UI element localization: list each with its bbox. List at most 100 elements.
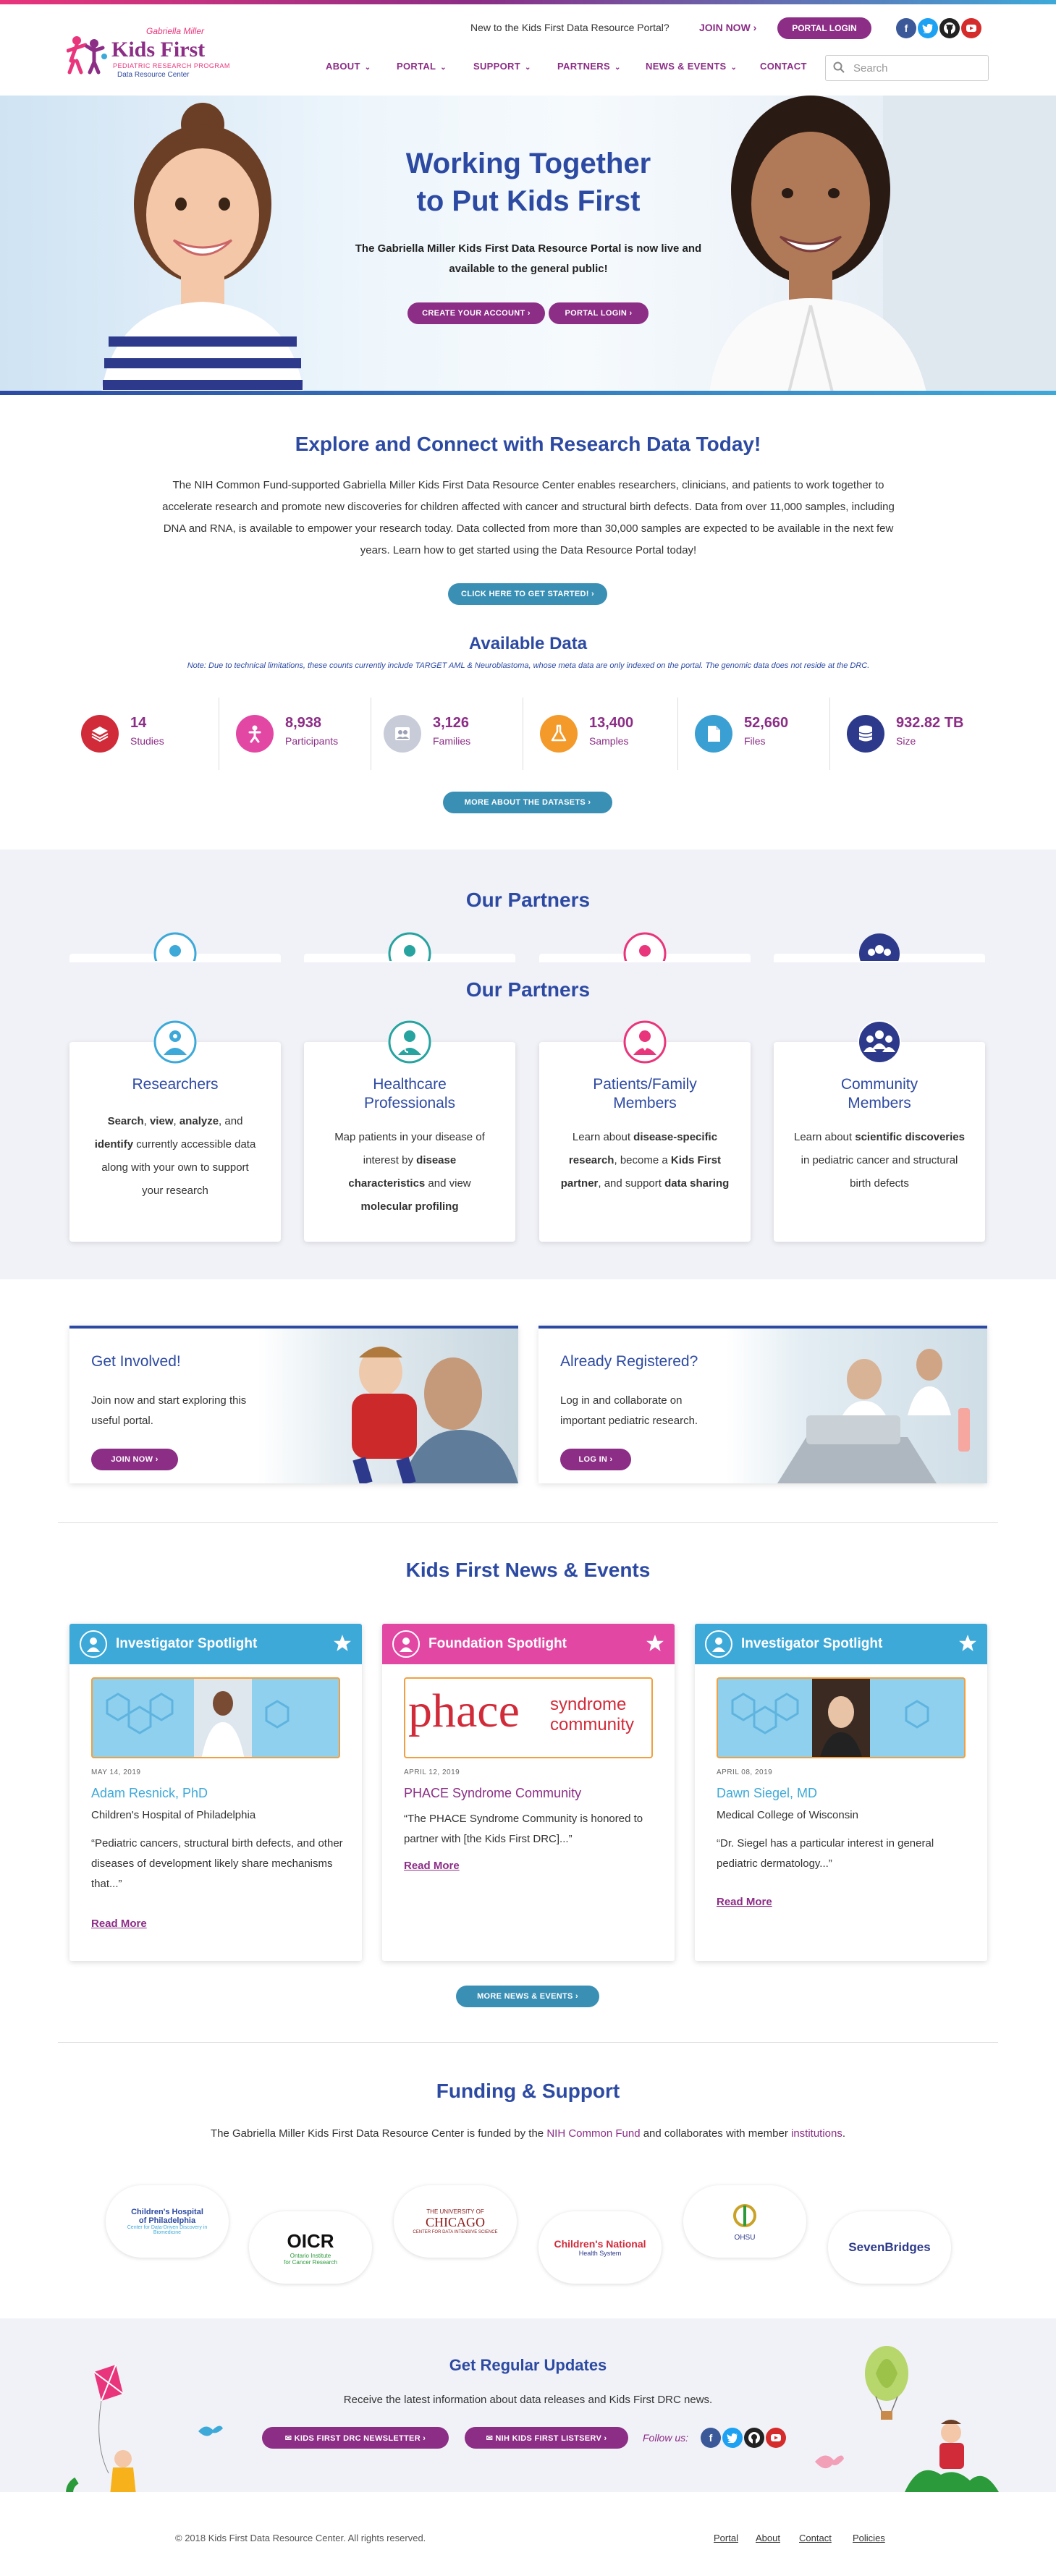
news-card-header: Investigator Spotlight bbox=[695, 1624, 987, 1664]
news-card-dawn-siegel[interactable]: Investigator Spotlight APRIL 08, 2019 Da… bbox=[695, 1624, 987, 1961]
footer-link-policies[interactable]: Policies bbox=[853, 2533, 885, 2543]
available-data-title: Available Data bbox=[468, 634, 588, 653]
footer-link-portal[interactable]: Portal bbox=[714, 2533, 738, 2543]
partner-card-healthcare[interactable]: Healthcare Professionals Map patients in … bbox=[304, 1020, 515, 1242]
facebook-icon[interactable]: f bbox=[896, 18, 916, 38]
search-box[interactable]: Search bbox=[825, 55, 989, 81]
logo-chop[interactable]: Children's Hospital of Philadelphia Center… bbox=[106, 2185, 229, 2258]
news-card-type: Investigator Spotlight bbox=[741, 1636, 883, 1651]
star-icon[interactable] bbox=[333, 1634, 352, 1653]
stat-families-value: 3,126 bbox=[433, 715, 470, 731]
star-icon[interactable] bbox=[646, 1634, 664, 1653]
hero-title: Working Together to Put Kids First bbox=[304, 145, 753, 220]
nav-portal[interactable]: PORTAL ⌄ bbox=[397, 61, 447, 72]
partner-card-title: Patients/Family Members bbox=[546, 1075, 743, 1113]
more-news-button[interactable]: MORE NEWS & EVENTS › bbox=[456, 1986, 599, 2007]
news-card-name[interactable]: PHACE Syndrome Community bbox=[404, 1786, 581, 1801]
funding-text-after: . bbox=[842, 2127, 846, 2140]
stat-samples-label: Samples bbox=[589, 735, 629, 747]
emphasis-text: analyze bbox=[179, 1115, 219, 1127]
twitter-icon[interactable] bbox=[722, 2428, 743, 2448]
desc-text: , bbox=[173, 1115, 179, 1127]
explore-paragraph: The NIH Common Fund-supported Gabriella … bbox=[162, 479, 895, 556]
nav-about[interactable]: ABOUT ⌄ bbox=[326, 61, 371, 72]
already-registered-desc: Log in and collaborate on important pedi… bbox=[560, 1394, 698, 1427]
explore-title: Explore and Connect with Research Data T… bbox=[295, 433, 761, 455]
stat-divider bbox=[677, 698, 678, 770]
news-card-phace[interactable]: Foundation Spotlight phace syndrome comm… bbox=[382, 1624, 675, 1961]
more-datasets-button[interactable]: MORE ABOUT THE DATASETS › bbox=[443, 792, 612, 813]
nav-partners[interactable]: PARTNERS ⌄ bbox=[557, 61, 621, 72]
logo-oicr[interactable]: OICR Ontario Institute for Cancer Research bbox=[249, 2211, 372, 2284]
hero-subtitle: The Gabriella Miller Kids First Data Res… bbox=[326, 239, 731, 279]
section-divider bbox=[58, 2042, 998, 2043]
listserv-button[interactable]: ✉ NIH KIDS FIRST LISTSERV › bbox=[465, 2427, 628, 2449]
hero-subtitle-line2: available to the general public! bbox=[449, 263, 608, 275]
github-icon[interactable] bbox=[744, 2428, 764, 2448]
newsletter-button[interactable]: ✉ KIDS FIRST DRC NEWSLETTER › bbox=[262, 2427, 449, 2449]
partner-card-patients[interactable]: Patients/Family Members Learn about disea… bbox=[539, 1020, 751, 1242]
join-now-button[interactable]: JOIN NOW › bbox=[91, 1449, 178, 1470]
logo-tagline-mid: PEDIATRIC RESEARCH PROGRAM bbox=[113, 62, 230, 69]
logo-ohsu[interactable]: OHSU bbox=[683, 2185, 806, 2258]
news-card-adam-resnick[interactable]: Investigator Spotlight MAY 14, 2019 Adam… bbox=[69, 1624, 362, 1961]
desc-text: Learn about bbox=[572, 1131, 634, 1143]
read-more-link[interactable]: Read More bbox=[91, 1918, 147, 1930]
portal-login-button[interactable]: PORTAL LOGIN bbox=[777, 17, 871, 39]
site-logo[interactable]: Gabriella Miller Kids First PEDIATRIC RE… bbox=[67, 22, 229, 80]
emphasis-text: scientific discoveries bbox=[855, 1131, 965, 1143]
youtube-icon[interactable] bbox=[961, 18, 981, 38]
partner-title-line1: Researchers bbox=[132, 1076, 219, 1093]
create-account-button[interactable]: CREATE YOUR ACCOUNT › bbox=[407, 302, 545, 324]
copyright-text: © 2018 Kids First Data Resource Center. … bbox=[175, 2533, 426, 2543]
youtube-icon[interactable] bbox=[766, 2428, 786, 2448]
get-started-button[interactable]: CLICK HERE TO GET STARTED! › bbox=[448, 583, 607, 605]
partner-card-researchers[interactable]: Researchers Search, view, analyze, and i… bbox=[69, 1020, 281, 1242]
github-icon[interactable] bbox=[939, 18, 960, 38]
read-more-link[interactable]: Read More bbox=[717, 1896, 772, 1908]
institutions-link[interactable]: institutions bbox=[791, 2127, 842, 2140]
footer-link-contact[interactable]: Contact bbox=[799, 2533, 832, 2543]
ohsu-line1: OHSU bbox=[734, 2234, 756, 2242]
logo-uchicago[interactable]: THE UNIVERSITY OF CHICAGO CENTER FOR DATA … bbox=[394, 2185, 517, 2258]
read-more-link[interactable]: Read More bbox=[404, 1860, 460, 1872]
news-card-name[interactable]: Dawn Siegel, MD bbox=[717, 1786, 817, 1801]
chevron-down-icon: ⌄ bbox=[524, 64, 531, 72]
join-now-link[interactable]: JOIN NOW › bbox=[699, 22, 756, 33]
hero-portal-login-button[interactable]: PORTAL LOGIN › bbox=[549, 302, 649, 324]
kite-girl-illustration bbox=[66, 2364, 136, 2502]
get-involved-title: Get Involved! bbox=[91, 1353, 181, 1370]
person-icon bbox=[80, 1630, 107, 1658]
news-card-quote: “Pediatric cancers, structural birth def… bbox=[91, 1837, 343, 1890]
footer-link-about[interactable]: About bbox=[756, 2533, 780, 2543]
emphasis-text: view bbox=[149, 1115, 174, 1127]
stat-studies: 14 Studies bbox=[81, 709, 211, 760]
stat-files-value: 52,660 bbox=[744, 715, 789, 731]
nav-about-label: ABOUT bbox=[326, 61, 360, 72]
partner-card-community[interactable]: Community Members Learn about scientific … bbox=[774, 1020, 985, 1242]
facebook-icon[interactable]: f bbox=[701, 2428, 721, 2448]
chevron-down-icon: ⌄ bbox=[440, 64, 447, 72]
oicr-line3: for Cancer Research bbox=[284, 2258, 337, 2266]
nav-news-events[interactable]: NEWS & EVENTS ⌄ bbox=[646, 61, 737, 72]
chevron-down-icon: ⌄ bbox=[730, 64, 738, 72]
updates-title: Get Regular Updates bbox=[449, 2356, 607, 2374]
log-in-button[interactable]: LOG IN › bbox=[560, 1449, 631, 1470]
phace-logo: phace syndrome community bbox=[404, 1677, 653, 1758]
logo-childrens-national[interactable]: Children's National Health System bbox=[538, 2211, 662, 2284]
star-icon[interactable] bbox=[958, 1634, 977, 1653]
hero-girl-image bbox=[101, 103, 304, 392]
nav-support[interactable]: SUPPORT ⌄ bbox=[473, 61, 531, 72]
desc-text: , bbox=[143, 1115, 150, 1127]
cnhs-line1: Children's National bbox=[554, 2238, 646, 2250]
nav-contact[interactable]: CONTACT bbox=[760, 61, 807, 72]
logo-sevenbridges[interactable]: SevenBridges bbox=[828, 2211, 951, 2284]
news-card-name[interactable]: Adam Resnick, PhD bbox=[91, 1786, 208, 1801]
stat-studies-label: Studies bbox=[130, 735, 164, 747]
partner-title-line2: Members bbox=[848, 1095, 911, 1111]
nih-common-fund-link[interactable]: NIH Common Fund bbox=[546, 2127, 640, 2140]
patient-icon bbox=[623, 932, 667, 961]
available-data-note: Note: Due to technical limitations, thes… bbox=[187, 661, 870, 670]
twitter-icon[interactable] bbox=[918, 18, 938, 38]
doctor-icon bbox=[388, 1020, 431, 1064]
